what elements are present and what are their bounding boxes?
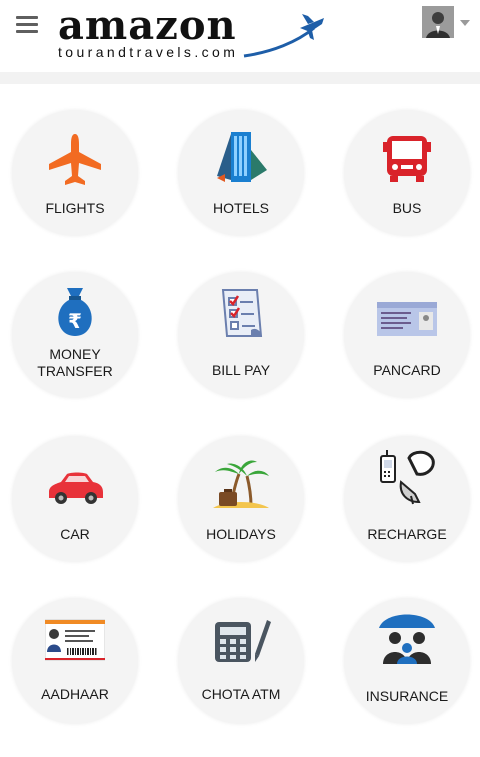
service-label: MONEY TRANSFER [37, 346, 113, 379]
chevron-down-icon [460, 20, 470, 26]
header-divider [0, 72, 480, 84]
bill-checklist-icon [221, 289, 263, 337]
service-tile-pancard[interactable]: PANCARD [344, 272, 470, 398]
service-label: PANCARD [373, 362, 441, 378]
service-tile-chota-atm[interactable]: CHOTA ATM [178, 598, 304, 724]
svg-text:₹: ₹ [68, 309, 82, 333]
hamburger-menu-icon[interactable] [16, 16, 38, 34]
service-label: BUS [392, 200, 422, 216]
service-tile-money-transfer[interactable]: ₹ MONEY TRANSFER [12, 272, 138, 398]
service-tile-bus[interactable]: BUS [344, 110, 470, 236]
money-bag-rupee-icon: ₹ [58, 288, 92, 336]
pan-card-icon [377, 302, 437, 336]
service-label: FLIGHTS [45, 200, 105, 216]
user-menu[interactable] [422, 6, 472, 42]
service-label: HOLIDAYS [206, 526, 276, 542]
service-tile-flights[interactable]: FLIGHTS [12, 110, 138, 236]
service-tile-recharge[interactable]: RECHARGE [344, 436, 470, 562]
service-label: BILL PAY [211, 362, 271, 378]
user-avatar-icon [422, 6, 454, 38]
bus-icon [383, 136, 431, 182]
logo-subtitle: tourandtravels.com [58, 44, 239, 60]
logo-wordmark: amazon [58, 2, 237, 49]
car-icon [49, 472, 103, 504]
calculator-pen-icon [215, 620, 271, 662]
airplane-icon [49, 134, 101, 185]
service-tile-aadhaar[interactable]: AADHAAR [12, 598, 138, 724]
service-tile-insurance[interactable]: INSURANCE [344, 598, 470, 724]
service-label: CAR [60, 526, 90, 542]
service-label: RECHARGE [367, 526, 447, 542]
service-label: CHOTA ATM [201, 686, 281, 702]
service-tile-hotels[interactable]: HOTELS [178, 110, 304, 236]
umbrella-family-icon [379, 614, 435, 664]
brand-logo[interactable]: amazon tourandtravels.com [56, 2, 326, 64]
hotel-building-icon [217, 132, 267, 182]
service-tile-car[interactable]: CAR [12, 436, 138, 562]
aadhaar-card-icon [45, 619, 105, 661]
palm-tree-suitcase-icon [213, 460, 269, 508]
service-label: AADHAAR [41, 686, 109, 702]
service-tile-bill-pay[interactable]: BILL PAY [178, 272, 304, 398]
service-label: HOTELS [212, 200, 269, 216]
services-grid: FLIGHTS HOTELS BUS ₹ MONEY TRANSFER BILL… [0, 84, 480, 757]
service-tile-holidays[interactable]: HOLIDAYS [178, 436, 304, 562]
service-label: INSURANCE [365, 688, 449, 704]
app-header: amazon tourandtravels.com [0, 0, 480, 72]
phone-dish-antenna-icon [380, 450, 435, 505]
logo-plane-icon [243, 14, 324, 58]
